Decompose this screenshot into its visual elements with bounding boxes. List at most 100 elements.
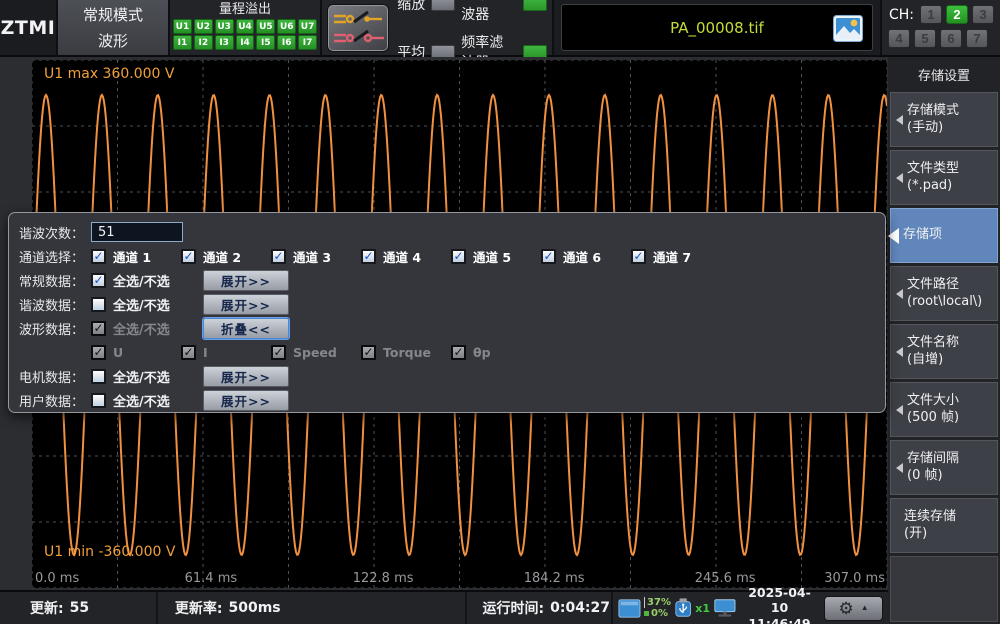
channel-7-option[interactable]: 通道 7 (631, 247, 721, 266)
channel-button-6[interactable]: 6 (940, 29, 962, 48)
sidebar-item-file-type[interactable]: 文件类型(*.pad) (890, 150, 998, 205)
runtime-section: 运行时间: 0:04:27 (467, 592, 614, 624)
user-data-checkbox[interactable] (91, 393, 106, 408)
triangle-up-icon: ▲ (861, 604, 869, 612)
torque-checkbox[interactable] (361, 345, 376, 360)
channel-4-checkbox[interactable] (361, 249, 376, 264)
sidebar-item-storage-mode[interactable]: 存储模式(手动) (890, 92, 998, 147)
sidebar-item-file-name[interactable]: 文件名称(自增) (890, 324, 998, 379)
select-all-label: 全选/不选 (113, 367, 201, 386)
select-all-label: 全选/不选 (113, 295, 201, 314)
screenshot-file-display[interactable]: PA_00008.tif (561, 4, 873, 51)
channel-4-option[interactable]: 通道 4 (361, 247, 451, 266)
datetime-text: 2025-04-10 11:46:49 (743, 585, 816, 624)
disk-usage-text: 37% 0% (644, 597, 671, 619)
wave-items-row: U I Speed Torque θp (19, 340, 885, 364)
normal-data-checkbox[interactable] (91, 273, 106, 288)
channel-2-checkbox[interactable] (181, 249, 196, 264)
sidebar-item-storage-items[interactable]: 存储项 (890, 208, 998, 263)
wave-item-thetap[interactable]: θp (451, 345, 541, 360)
channel-1-option[interactable]: 通道 1 (91, 247, 181, 266)
time-tick-0: 0.0 ms (35, 571, 79, 586)
status-bar: 更新: 55 更新率: 500ms 运行时间: 0:04:27 37% 0% (0, 590, 888, 624)
select-all-label: 全选/不选 (113, 391, 201, 410)
sidebar-item-storage-interval[interactable]: 存储间隔(0 帧) (890, 440, 998, 495)
channel-button-5[interactable]: 5 (914, 29, 936, 48)
sidebar-item-file-path[interactable]: 文件路径(root\local\) (890, 266, 998, 321)
channel-button-7[interactable]: 7 (966, 29, 988, 48)
channel-5-option[interactable]: 通道 5 (451, 247, 541, 266)
range-overflow-title: 量程溢出 (173, 1, 317, 18)
channel-select-label: 通道选择： (19, 247, 91, 266)
channel-row-bottom: 4 5 6 7 (888, 29, 994, 48)
harmonic-data-expand-button[interactable]: 展开>> (203, 294, 289, 315)
harmonic-data-row: 谐波数据： 全选/不选 展开>> (19, 292, 885, 316)
sidebar-item-file-size[interactable]: 文件大小(500 帧) (890, 382, 998, 437)
wave-data-collapse-button[interactable]: 折叠<< (203, 318, 289, 339)
channel-7-checkbox[interactable] (631, 249, 646, 264)
channel-button-3[interactable]: 3 (972, 5, 994, 24)
channel-button-4[interactable]: 4 (888, 29, 910, 48)
settings-menu-button[interactable]: ⚙ ▲ (824, 596, 883, 621)
brand-logo: ZTMI (0, 0, 58, 55)
storage-settings-sidebar: 存储设置 存储模式(手动) 文件类型(*.pad) 存储项 文件路径(root\… (888, 57, 1000, 624)
overflow-led-u2: U2 (194, 19, 213, 34)
top-toolbar: ZTMI 常规模式 波形 量程溢出 U1 U2 U3 U4 U5 U6 U7 I… (0, 0, 1000, 57)
channel-6-option[interactable]: 通道 6 (541, 247, 631, 266)
wave-data-checkbox[interactable] (91, 321, 106, 336)
gear-icon: ⚙ (839, 600, 854, 617)
channel-5-checkbox[interactable] (451, 249, 466, 264)
mode-button[interactable]: 常规模式 波形 (58, 0, 170, 55)
channel-button-2[interactable]: 2 (946, 5, 968, 24)
time-tick-2: 122.8 ms (353, 571, 414, 586)
wave-data-label: 波形数据： (19, 319, 91, 338)
storage-items-dialog: 谐波次数： 通道选择： 通道 1 通道 2 通道 3 通道 4 (8, 212, 886, 413)
update-label: 更新: (30, 598, 64, 618)
normal-data-expand-button[interactable]: 展开>> (203, 270, 289, 291)
overflow-led-u4: U4 (236, 19, 255, 34)
mode-sub-label: 波形 (98, 30, 128, 51)
motor-data-expand-button[interactable]: 展开>> (203, 366, 289, 387)
filter-settings-panel: 缩放 线路滤波器 平均 频率滤波器 (322, 0, 554, 55)
user-data-expand-button[interactable]: 展开>> (203, 390, 289, 411)
harmonic-data-checkbox[interactable] (91, 297, 106, 312)
overflow-led-i7: I7 (298, 35, 317, 50)
channel-1-checkbox[interactable] (91, 249, 106, 264)
channel-2-option[interactable]: 通道 2 (181, 247, 271, 266)
channel-6-checkbox[interactable] (541, 249, 556, 264)
trace-max-label: U1 max 360.000 V (44, 66, 174, 82)
mode-label: 常规模式 (83, 4, 143, 25)
wiring-settings-button[interactable] (327, 4, 389, 52)
select-all-label: 全选/不选 (113, 319, 201, 338)
line-filter-status-led (523, 0, 547, 11)
chevron-left-icon (896, 463, 903, 473)
channel-button-1[interactable]: 1 (920, 5, 942, 24)
channel-3-checkbox[interactable] (271, 249, 286, 264)
speed-checkbox[interactable] (271, 345, 286, 360)
motor-data-checkbox[interactable] (91, 369, 106, 384)
overflow-led-i1: I1 (173, 35, 192, 50)
usb-count-text: x1 (695, 602, 710, 615)
wave-item-i[interactable]: I (181, 345, 271, 360)
motor-data-label: 电机数据： (19, 367, 91, 386)
u-checkbox[interactable] (91, 345, 106, 360)
wave-item-u[interactable]: U (91, 345, 181, 360)
wave-data-row: 波形数据： 全选/不选 折叠<< (19, 316, 885, 340)
harmonic-count-input[interactable] (91, 222, 183, 242)
usb-icon[interactable] (674, 597, 692, 619)
sidebar-item-continuous-storage[interactable]: 连续存储(开) (890, 498, 998, 553)
chevron-left-icon (896, 173, 903, 183)
disk-icon (618, 598, 641, 619)
normal-data-label: 常规数据： (19, 271, 91, 290)
network-display-icon[interactable] (713, 597, 737, 619)
i-checkbox[interactable] (181, 345, 196, 360)
wave-item-speed[interactable]: Speed (271, 345, 361, 360)
thetap-checkbox[interactable] (451, 345, 466, 360)
sidebar-item-empty (890, 556, 998, 622)
user-data-label: 用户数据： (19, 391, 91, 410)
chevron-left-icon (896, 347, 903, 357)
wave-item-torque[interactable]: Torque (361, 345, 451, 360)
current-overflow-row: I1 I2 I3 I4 I5 I6 I7 (173, 35, 317, 50)
wiring-icon (330, 9, 386, 47)
channel-3-option[interactable]: 通道 3 (271, 247, 361, 266)
